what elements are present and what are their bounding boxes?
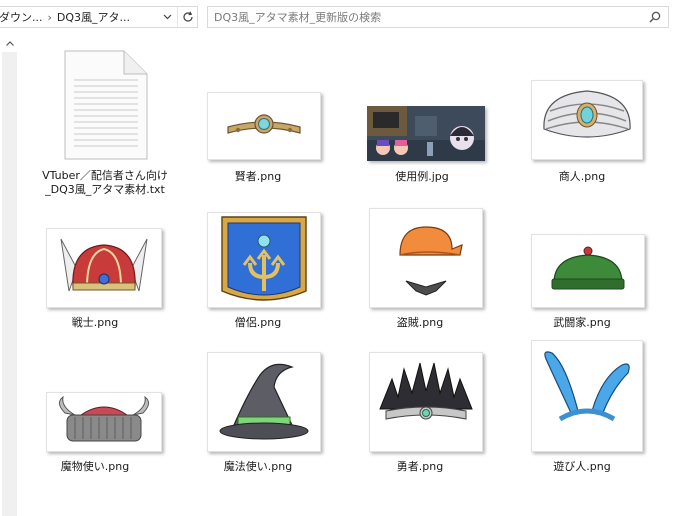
navigation-pane-scrollbar[interactable] [0, 34, 20, 516]
file-explorer-window: ダウン... › DQ3風_アタ... DQ3風_アタマ素材_更新版の検索 VT… [0, 0, 683, 516]
toolbar: ダウン... › DQ3風_アタ... [0, 0, 683, 34]
thumbnail [46, 392, 162, 452]
thumbnail [46, 228, 162, 308]
priest-hat-icon [221, 216, 307, 301]
file-name: 賢者.png [234, 170, 282, 183]
thumbnail [367, 106, 485, 161]
winged-helmet-icon [60, 238, 148, 292]
file-name: 魔法使い.png [223, 460, 293, 473]
file-name: 武闘家.png [553, 316, 611, 329]
scroll-up-icon[interactable] [2, 34, 17, 52]
thumbnail [207, 352, 321, 452]
bandana-icon [399, 226, 463, 296]
thumbnail [531, 234, 645, 308]
wizard-hat-icon [219, 363, 309, 440]
file-name: 戦士.png [71, 316, 119, 329]
thumbnail [369, 208, 483, 308]
bunny-ears-icon [544, 351, 630, 422]
martial-cap-icon [551, 246, 625, 290]
file-name: 盗賊.png [396, 316, 444, 329]
search-input[interactable] [208, 7, 638, 27]
circlet-icon [227, 114, 301, 134]
file-name: 使用例.jpg [395, 170, 449, 183]
horned-fur-hat-icon [59, 395, 149, 442]
file-name: 遊び人.png [553, 460, 611, 473]
thumbnail [531, 340, 643, 452]
thumbnail [207, 92, 321, 160]
breadcrumb-current[interactable]: DQ3風_アタ... [57, 9, 130, 25]
breadcrumb-parent[interactable]: ダウン... [0, 9, 43, 25]
search-icon[interactable] [646, 8, 664, 26]
example-image-icon [367, 106, 485, 161]
text-file-icon [64, 50, 148, 160]
file-name-line: VTuber／配信者さん向け [42, 169, 168, 182]
thumbnail [207, 212, 321, 308]
address-bar[interactable]: ダウン... › DQ3風_アタ... [0, 6, 198, 28]
chevron-down-icon[interactable] [158, 7, 176, 27]
file-name: 僧侶.png [234, 316, 282, 329]
file-name: 魔物使い.png [60, 460, 130, 473]
file-name: 商人.png [558, 170, 606, 183]
breadcrumb-separator-icon: › [47, 10, 52, 24]
scrollbar-track[interactable] [2, 52, 17, 516]
thumbnail [369, 352, 483, 452]
turban-icon [543, 90, 631, 138]
search-box[interactable] [207, 6, 669, 28]
file-name: VTuber／配信者さん向け _DQ3風_アタマ素材.txt [30, 169, 180, 197]
file-name-line: _DQ3風_アタマ素材.txt [45, 183, 165, 196]
spiky-hair-circlet-icon [379, 362, 473, 420]
refresh-icon[interactable] [177, 7, 197, 27]
file-name: 勇者.png [396, 460, 444, 473]
thumbnail [531, 80, 643, 160]
